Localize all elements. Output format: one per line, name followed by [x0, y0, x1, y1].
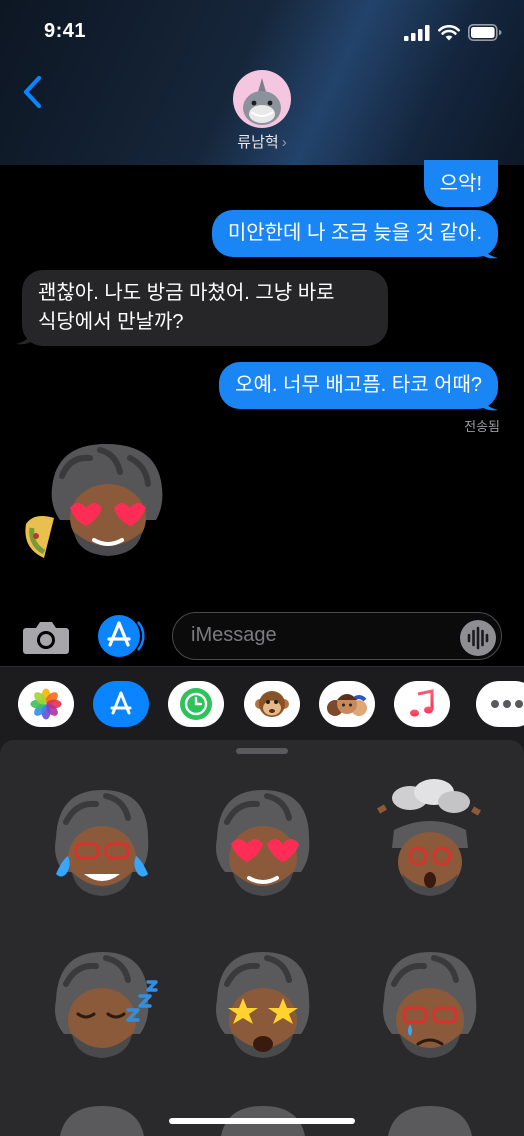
message-bubble-incoming[interactable]: 괜찮아. 나도 방금 마쳤어. 그냥 바로 식당에서 만날까?	[22, 270, 388, 346]
animoji-app-button[interactable]	[244, 681, 300, 727]
memoji-sticker-panel	[0, 740, 524, 1136]
message-text-line: 괜찮아. 나도 방금 마쳤어. 그냥 바로	[38, 282, 335, 304]
memoji-sticker-partial[interactable]	[36, 1100, 166, 1136]
app-store-button[interactable]	[97, 614, 145, 658]
screen-time-app-button[interactable]	[168, 681, 224, 727]
music-icon	[410, 689, 434, 717]
panel-grabber-handle[interactable]	[236, 748, 288, 754]
more-icon	[491, 700, 523, 708]
more-apps-button[interactable]	[476, 681, 524, 727]
camera-button[interactable]	[22, 616, 70, 656]
message-text-line: 식당에서 만날까?	[38, 311, 184, 333]
memoji-tears-of-joy-sticker[interactable]	[36, 778, 166, 908]
message-input-placeholder: iMessage	[191, 624, 277, 646]
app-store-app-button[interactable]	[93, 681, 149, 727]
photos-icon	[30, 688, 62, 720]
delivered-status: 전송됨	[464, 419, 500, 434]
animoji-icon	[255, 691, 289, 717]
message-bubble-outgoing[interactable]: 으악!	[423, 160, 498, 207]
waveform-icon	[467, 626, 489, 650]
home-indicator[interactable]	[169, 1118, 355, 1124]
shark-animoji-icon	[243, 78, 281, 125]
composer-bar: iMessage	[0, 608, 524, 666]
memoji-mind-blown-sticker[interactable]	[364, 778, 494, 908]
bubble-tail-icon	[16, 326, 36, 345]
message-input[interactable]: iMessage	[172, 612, 502, 660]
message-text: 미안한데 나 조금 늦을 것 같아.	[227, 222, 482, 244]
message-bubble-outgoing[interactable]: 오예. 너무 배고픔. 타코 어때?	[219, 362, 498, 409]
memoji-stickers-app-button[interactable]	[319, 681, 375, 727]
app-store-icon	[98, 615, 145, 657]
bubble-tail-icon	[478, 392, 498, 411]
sent-memoji-sticker[interactable]	[20, 436, 170, 560]
contact-name: 류남혁	[237, 134, 279, 151]
status-time: 9:41	[44, 20, 87, 42]
app-store-icon	[110, 691, 132, 715]
audio-message-button[interactable]	[460, 620, 496, 656]
chevron-right-icon: ›	[281, 134, 287, 151]
app-strip	[0, 666, 524, 740]
contact-avatar[interactable]	[233, 70, 291, 128]
taco-icon	[25, 516, 54, 558]
chevron-left-icon	[23, 75, 42, 109]
conversation-header: 9:41 류남혁 ›	[0, 0, 524, 165]
battery-icon	[468, 24, 502, 41]
memoji-heart-eyes-sticker[interactable]	[197, 778, 327, 908]
message-text: 오예. 너무 배고픔. 타코 어때?	[235, 374, 482, 396]
wifi-icon	[438, 24, 460, 40]
contact-name-row[interactable]: 류남혁 ›	[0, 131, 524, 152]
bubble-tail-icon	[478, 240, 498, 259]
memoji-stickers-icon	[327, 694, 367, 716]
memoji-sticker-partial[interactable]	[364, 1100, 494, 1136]
message-text: 으악!	[439, 173, 482, 195]
memoji-crying-sticker[interactable]	[364, 940, 494, 1070]
back-button[interactable]	[18, 72, 48, 112]
music-app-button[interactable]	[394, 681, 450, 727]
status-icons	[404, 24, 502, 41]
photos-app-button[interactable]	[18, 681, 74, 727]
cellular-signal-icon	[404, 24, 430, 41]
message-bubble-outgoing[interactable]: 미안한데 나 조금 늦을 것 같아.	[211, 210, 498, 257]
memoji-star-struck-sticker[interactable]	[197, 940, 327, 1070]
memoji-sleeping-sticker[interactable]	[36, 940, 166, 1070]
camera-icon	[23, 622, 69, 654]
app-drawer	[0, 666, 524, 1136]
screen-time-icon	[180, 688, 212, 720]
